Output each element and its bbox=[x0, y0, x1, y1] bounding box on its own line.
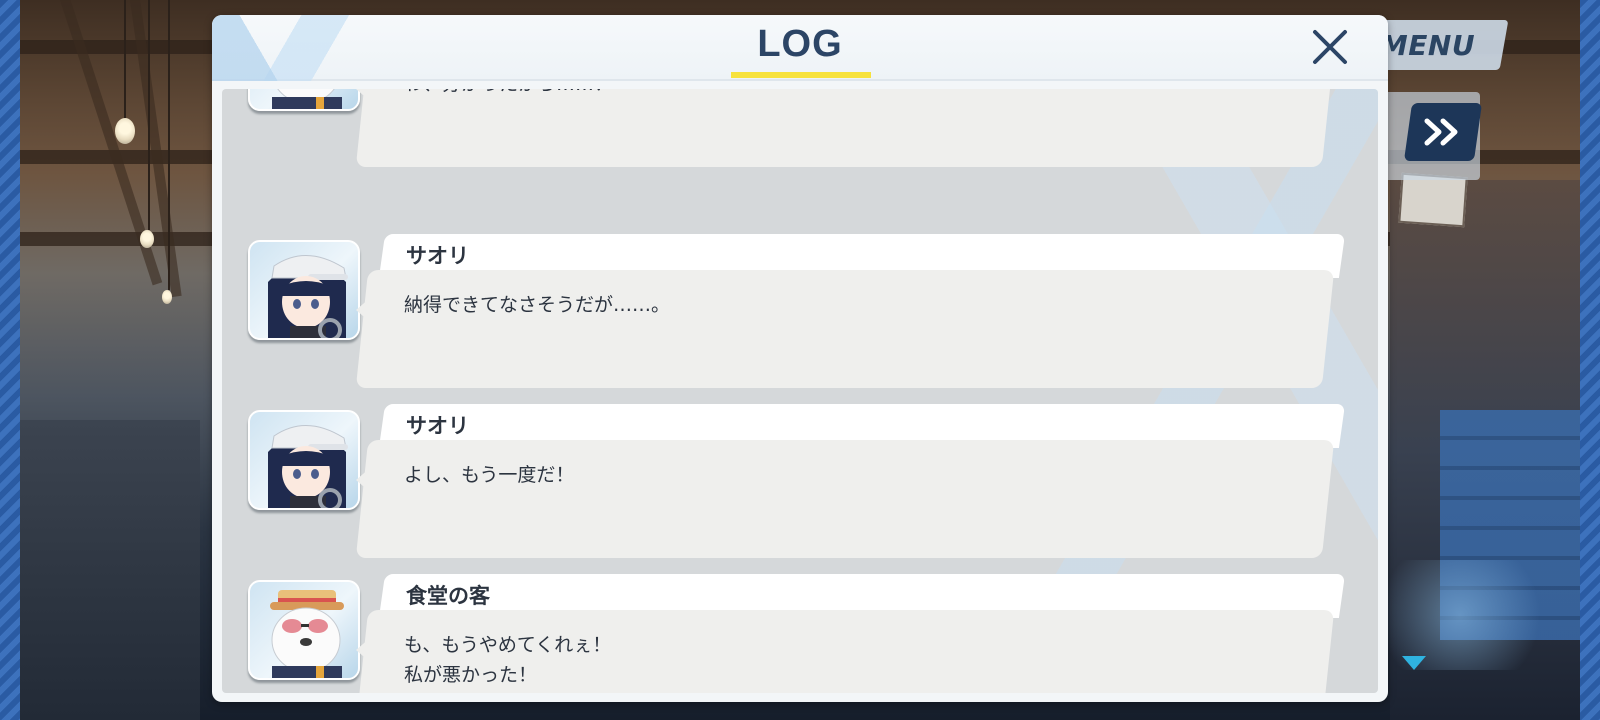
wall-sign bbox=[1398, 172, 1468, 228]
bear-guest-portrait bbox=[248, 580, 360, 680]
hanging-lamp bbox=[115, 118, 135, 144]
bear-guest-portrait bbox=[248, 89, 360, 111]
log-entry: サオリ よし、もう一度だ！ bbox=[222, 404, 1378, 580]
window-glow bbox=[1360, 560, 1560, 670]
right-border-stripe bbox=[1580, 0, 1600, 720]
cafeteria-counter bbox=[20, 420, 200, 720]
saori-portrait bbox=[248, 410, 360, 510]
log-scroll-area[interactable]: わ、分かったから……！ bbox=[222, 89, 1378, 693]
log-dialog-header: LOG bbox=[212, 15, 1388, 81]
log-entry: わ、分かったから……！ bbox=[222, 89, 1378, 189]
message-bubble bbox=[355, 89, 1335, 167]
hanging-lamp bbox=[162, 290, 172, 304]
message-text: 納得できてなさそうだが……。 bbox=[404, 294, 671, 316]
bubble-tail bbox=[356, 89, 370, 101]
fast-forward-icon bbox=[1424, 118, 1458, 146]
log-title: LOG bbox=[757, 23, 843, 65]
speaker-name: サオリ bbox=[406, 414, 469, 438]
saori-portrait bbox=[248, 240, 360, 340]
log-list: わ、分かったから……！ bbox=[222, 89, 1378, 693]
message-text: よし、もう一度だ！ bbox=[404, 464, 575, 486]
log-entry: 食堂の客 も、もうやめてくれぇ！ 私が悪かった！ bbox=[222, 574, 1378, 693]
title-underline bbox=[731, 72, 871, 78]
message-bubble bbox=[355, 440, 1335, 558]
scroll-indicator-icon bbox=[1402, 656, 1426, 670]
hanging-lamp bbox=[140, 230, 154, 248]
speaker-name: サオリ bbox=[406, 244, 469, 268]
message-text: わ、分かったから……！ bbox=[404, 89, 1304, 99]
menu-button-label: MENU bbox=[1380, 28, 1476, 62]
bubble-tail bbox=[356, 468, 370, 492]
lamp-cord bbox=[148, 0, 150, 230]
message-text: も、もうやめてくれぇ！ 私が悪かった！ bbox=[404, 634, 612, 686]
log-dialog: LOG サオリ 納得できてなさそうだが……。 サオリ よし、もう一度だ！ 食堂の… bbox=[212, 15, 1388, 702]
log-entry: サオリ 納得できてなさそうだが……。 bbox=[222, 234, 1378, 410]
lamp-cord bbox=[124, 0, 126, 120]
close-icon bbox=[1313, 30, 1347, 64]
speaker-name: 食堂の客 bbox=[406, 584, 490, 608]
fast-forward-button[interactable] bbox=[1403, 103, 1483, 161]
left-border-stripe bbox=[0, 0, 20, 720]
close-button[interactable] bbox=[1310, 27, 1350, 67]
bubble-tail bbox=[356, 638, 370, 662]
message-bubble bbox=[355, 270, 1335, 388]
bubble-tail bbox=[356, 298, 370, 322]
lamp-cord bbox=[168, 0, 170, 290]
